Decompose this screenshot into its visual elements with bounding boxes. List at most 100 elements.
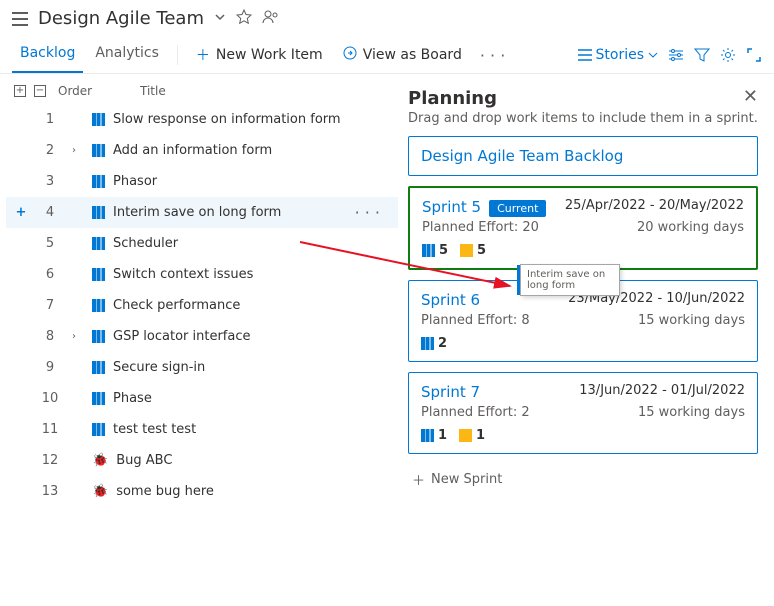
planning-panel: ✕ Planning Drag and drop work items to i… bbox=[398, 74, 774, 588]
sprint-card[interactable]: Sprint 5 Current 25/Apr/2022 - 20/May/2022… bbox=[408, 186, 758, 270]
settings-slider-icon[interactable] bbox=[668, 47, 684, 63]
planned-effort: Planned Effort: 8 bbox=[421, 313, 530, 328]
story-count: 5 bbox=[439, 243, 448, 258]
tab-backlog[interactable]: Backlog bbox=[12, 37, 83, 73]
column-title[interactable]: Title bbox=[140, 84, 166, 98]
drag-preview-label: Interim save on long form bbox=[527, 269, 605, 291]
row-title: Scheduler bbox=[111, 236, 398, 251]
row-order: 7 bbox=[34, 298, 66, 313]
row-order: 4 bbox=[34, 205, 66, 220]
row-order: 13 bbox=[34, 484, 66, 499]
board-icon bbox=[343, 46, 357, 64]
row-title: Switch context issues bbox=[111, 267, 398, 282]
row-title: test test test bbox=[111, 422, 398, 437]
row-title: Bug ABC bbox=[114, 453, 398, 468]
backlog-row[interactable]: 11test test test bbox=[6, 414, 398, 445]
expand-chevron-icon[interactable]: › bbox=[72, 145, 86, 156]
backlog-row[interactable]: 12🐞Bug ABC bbox=[6, 445, 398, 476]
task-count: 1 bbox=[476, 428, 485, 443]
row-title: Phase bbox=[111, 391, 398, 406]
backlog-row[interactable]: 10 Phase bbox=[6, 383, 398, 414]
tab-analytics[interactable]: Analytics bbox=[87, 37, 167, 73]
story-icon bbox=[421, 337, 434, 350]
story-icon bbox=[92, 175, 105, 188]
backlog-row[interactable]: 7 Check performance bbox=[6, 290, 398, 321]
team-dropdown-chevron[interactable] bbox=[214, 11, 226, 27]
team-title[interactable]: Design Agile Team bbox=[38, 8, 204, 29]
backlog-row[interactable]: 8 › GSP locator interface bbox=[6, 321, 398, 352]
new-sprint-label: New Sprint bbox=[431, 472, 502, 487]
row-title: GSP locator interface bbox=[111, 329, 398, 344]
close-icon[interactable]: ✕ bbox=[743, 86, 758, 107]
backlog-row[interactable]: 2 › Add an information form bbox=[6, 135, 398, 166]
story-icon bbox=[92, 423, 105, 436]
story-icon bbox=[92, 299, 105, 312]
story-icon bbox=[421, 429, 434, 442]
sprint-name: Sprint 5 bbox=[422, 198, 481, 216]
row-title: Add an information form bbox=[111, 143, 398, 158]
new-work-item-button[interactable]: ＋ New Work Item bbox=[188, 39, 331, 71]
backlog-row[interactable]: 5 Scheduler bbox=[6, 228, 398, 259]
backlog-row[interactable]: 1Slow response on information form bbox=[6, 104, 398, 135]
bug-icon: 🐞 bbox=[92, 484, 108, 499]
fullscreen-icon[interactable] bbox=[746, 47, 762, 63]
chevron-down-icon bbox=[648, 50, 658, 60]
separator bbox=[177, 45, 178, 65]
team-members-icon[interactable] bbox=[262, 9, 280, 29]
row-title: Secure sign-in bbox=[111, 360, 398, 375]
bug-icon: 🐞 bbox=[92, 453, 108, 468]
row-title: Check performance bbox=[111, 298, 398, 313]
row-order: 9 bbox=[34, 360, 66, 375]
backlog-row[interactable]: 13 🐞 some bug here bbox=[6, 476, 398, 507]
add-child-icon[interactable]: + bbox=[14, 205, 28, 220]
stories-selector[interactable]: Stories bbox=[578, 47, 659, 63]
backlog-row[interactable]: +4 Interim save on long form · · · bbox=[6, 197, 398, 228]
sprint-dates: 25/Apr/2022 - 20/May/2022 bbox=[565, 198, 744, 213]
row-order: 2 bbox=[34, 143, 66, 158]
story-count: 1 bbox=[438, 428, 447, 443]
task-icon bbox=[460, 244, 473, 257]
new-sprint-button[interactable]: ＋ New Sprint bbox=[408, 464, 758, 495]
filter-icon[interactable] bbox=[694, 47, 710, 63]
working-days: 15 working days bbox=[638, 313, 745, 328]
task-count: 5 bbox=[477, 243, 486, 258]
stories-icon bbox=[578, 49, 592, 61]
working-days: 15 working days bbox=[638, 405, 745, 420]
favorite-star-icon[interactable] bbox=[236, 9, 252, 29]
working-days: 20 working days bbox=[637, 220, 744, 235]
current-badge: Current bbox=[489, 200, 546, 217]
sprint-dates: 13/Jun/2022 - 01/Jul/2022 bbox=[579, 383, 745, 398]
backlog-icon bbox=[12, 12, 28, 26]
planned-effort: Planned Effort: 20 bbox=[422, 220, 539, 235]
row-order: 10 bbox=[34, 391, 66, 406]
row-overflow-icon[interactable]: · · · bbox=[355, 203, 380, 222]
view-as-board-button[interactable]: View as Board bbox=[335, 40, 470, 70]
plus-icon: ＋ bbox=[412, 470, 425, 489]
story-icon bbox=[92, 206, 105, 219]
toolbar-overflow-icon[interactable]: · · · bbox=[474, 46, 511, 65]
row-order: 5 bbox=[34, 236, 66, 251]
sprint-name: Sprint 6 bbox=[421, 291, 480, 309]
collapse-all-icon[interactable]: − bbox=[34, 85, 46, 97]
planning-title: Planning bbox=[408, 88, 758, 109]
column-order[interactable]: Order bbox=[58, 84, 98, 98]
row-title: Phasor bbox=[111, 174, 398, 189]
backlog-row[interactable]: 6 Switch context issues bbox=[6, 259, 398, 290]
expand-chevron-icon[interactable]: › bbox=[72, 331, 86, 342]
story-icon bbox=[92, 392, 105, 405]
row-title: Interim save on long form bbox=[111, 205, 349, 220]
sprint-name: Sprint 7 bbox=[421, 383, 480, 401]
row-order: 8 bbox=[34, 329, 66, 344]
plus-icon: ＋ bbox=[196, 45, 210, 65]
backlog-row[interactable]: 9 Secure sign-in bbox=[6, 352, 398, 383]
backlog-card[interactable]: Design Agile Team Backlog bbox=[408, 136, 758, 176]
story-icon bbox=[92, 361, 105, 374]
backlog-row[interactable]: 3Phasor bbox=[6, 166, 398, 197]
row-order: 6 bbox=[34, 267, 66, 282]
gear-icon[interactable] bbox=[720, 47, 736, 63]
expand-all-icon[interactable]: + bbox=[14, 85, 26, 97]
sprint-card[interactable]: Sprint 713/Jun/2022 - 01/Jul/2022Planned… bbox=[408, 372, 758, 454]
row-title: some bug here bbox=[114, 484, 398, 499]
story-icon bbox=[92, 144, 105, 157]
drag-preview: Interim save on long form bbox=[520, 264, 620, 296]
